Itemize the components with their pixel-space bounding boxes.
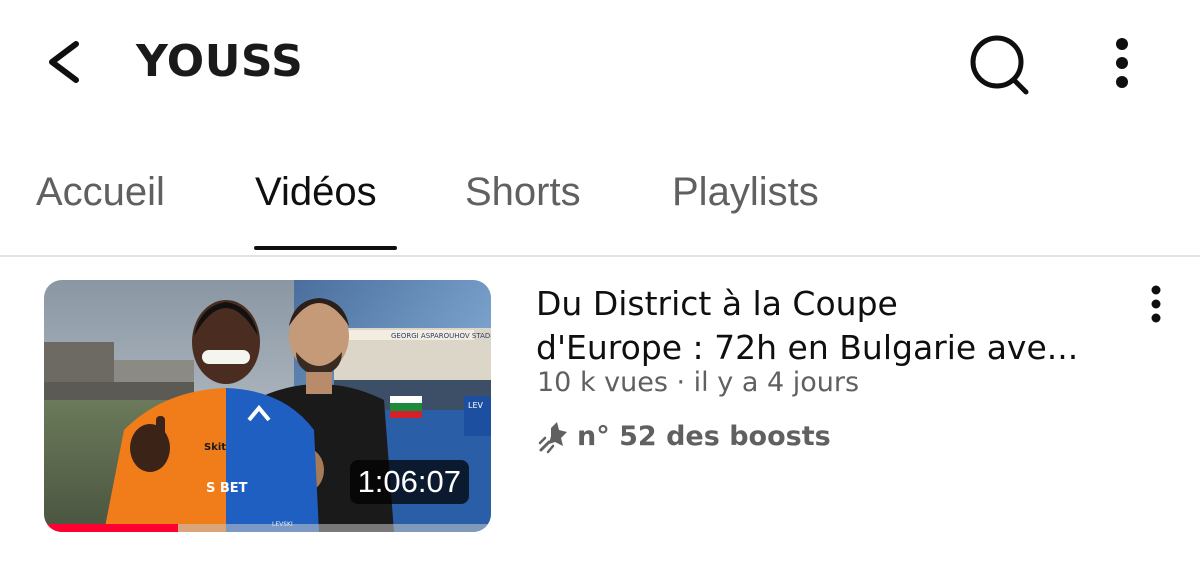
back-button[interactable] (36, 32, 96, 92)
video-metadata: 10 k vues · il y a 4 jours (537, 367, 860, 398)
search-icon (970, 35, 1029, 95)
video-title-line-1: Du District à la Coupe (536, 284, 898, 323)
search-button[interactable] (960, 30, 1038, 98)
tab-shorts[interactable]: Shorts (465, 168, 581, 216)
tab-videos[interactable]: Vidéos (255, 168, 377, 216)
svg-text:LEV: LEV (468, 401, 484, 410)
boost-rocket-icon (538, 422, 567, 454)
sponsor-text-1: Skit (204, 442, 226, 453)
video-more-options-button[interactable] (1136, 282, 1176, 326)
back-arrow-icon (49, 41, 79, 83)
active-tab-indicator (254, 246, 397, 250)
top-app-bar: YOUSS (0, 0, 1200, 130)
watch-progress-fill (44, 524, 179, 532)
watch-progress-bar (44, 524, 491, 532)
tabs-divider (0, 255, 1200, 257)
more-vertical-icon (1116, 38, 1128, 88)
video-title-line-2: d'Europe : 72h en Bulgarie ave... (536, 328, 1079, 367)
channel-tabs: Accueil Vidéos Shorts Playlists (0, 150, 1200, 256)
more-vertical-icon (1151, 285, 1161, 323)
tab-accueil[interactable]: Accueil (36, 168, 165, 216)
video-list-item[interactable]: GEORGI ASPAROUHOV STADIUM LEV Skit S BET (0, 270, 1200, 540)
stadium-sign: GEORGI ASPAROUHOV STADIUM (391, 332, 491, 340)
video-title[interactable]: Du District à la Coupe d'Europe : 72h en… (536, 282, 1126, 370)
sponsor-text-2: S BET (206, 481, 248, 496)
duration-badge: 1:06:07 (349, 460, 469, 504)
video-thumbnail[interactable]: GEORGI ASPAROUHOV STADIUM LEV Skit S BET (44, 280, 491, 532)
channel-name: YOUSS (136, 36, 304, 87)
tab-playlists[interactable]: Playlists (672, 168, 819, 216)
boost-rank-label: n° 52 des boosts (577, 421, 831, 452)
more-options-button[interactable] (1100, 32, 1144, 94)
